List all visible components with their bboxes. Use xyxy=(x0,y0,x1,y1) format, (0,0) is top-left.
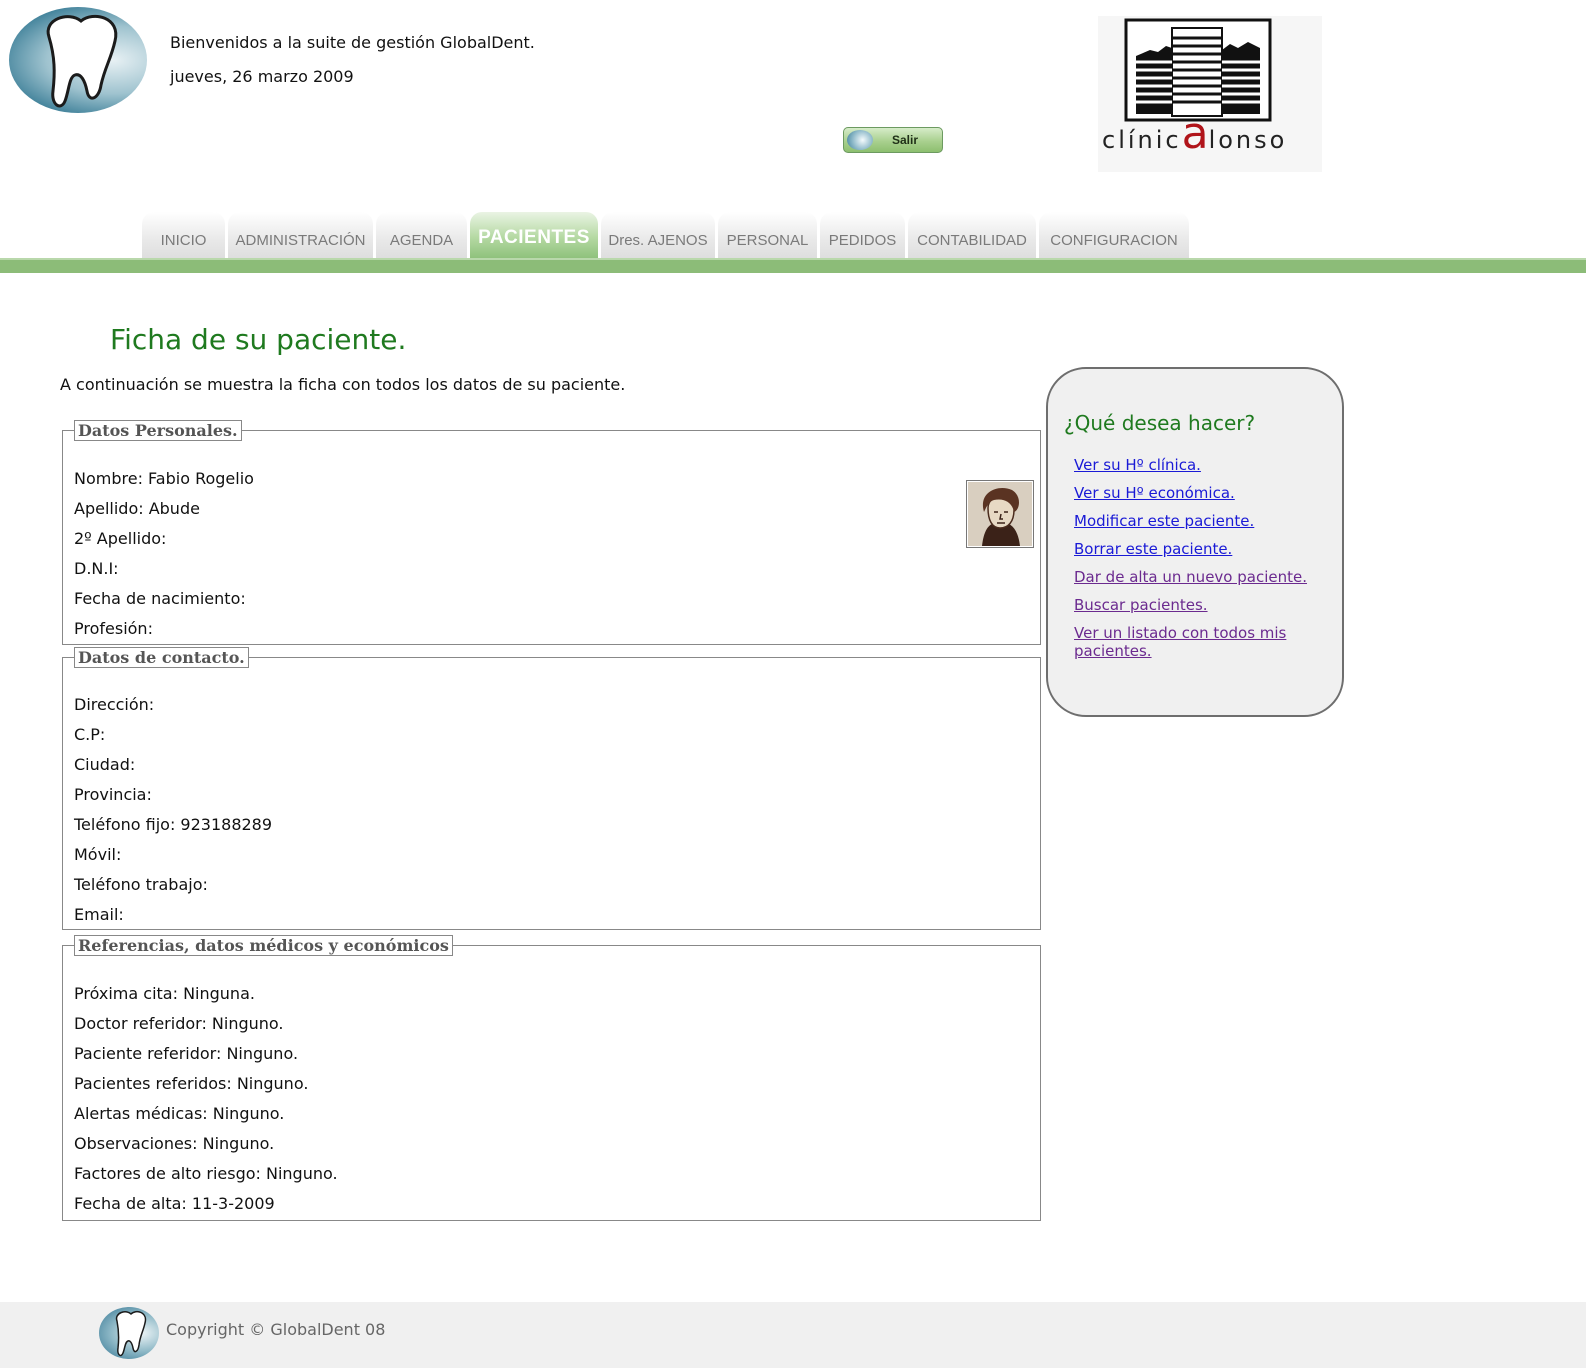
main-nav: INICIO ADMINISTRACIÓN AGENDA PACIENTES D… xyxy=(142,212,1189,258)
intro-text: A continuación se muestra la ficha con t… xyxy=(60,375,626,394)
new-patient-link[interactable]: Dar de alta un nuevo paciente. xyxy=(1074,568,1324,586)
current-date: jueves, 26 marzo 2009 xyxy=(170,67,354,86)
patient-dni: D.N.I: xyxy=(74,559,119,578)
logout-label: Salir xyxy=(892,133,919,147)
search-patients-link[interactable]: Buscar pacientes. xyxy=(1074,596,1324,614)
observations: Observaciones: Ninguno. xyxy=(74,1134,275,1153)
tab-agenda[interactable]: AGENDA xyxy=(376,212,467,258)
clinic-brand-initial: a xyxy=(1181,108,1209,159)
references-section: Referencias, datos médicos y económicos … xyxy=(62,935,1041,1221)
clinic-logo: clínicalonso xyxy=(1098,16,1322,172)
referring-patient: Paciente referidor: Ninguno. xyxy=(74,1044,299,1063)
view-economic-history-link[interactable]: Ver su Hº económica. xyxy=(1074,484,1324,502)
welcome-message: Bienvenidos a la suite de gestión Global… xyxy=(170,33,535,52)
tab-inicio[interactable]: INICIO xyxy=(142,212,225,258)
patient-surname: Apellido: Abude xyxy=(74,499,200,518)
patient-work-phone: Teléfono trabajo: xyxy=(74,875,208,894)
patient-email: Email: xyxy=(74,905,124,924)
medical-alerts: Alertas médicas: Ninguno. xyxy=(74,1104,285,1123)
view-clinical-history-link[interactable]: Ver su Hº clínica. xyxy=(1074,456,1324,474)
tab-contabilidad[interactable]: CONTABILIDAD xyxy=(908,212,1036,258)
tab-configuracion[interactable]: CONFIGURACION xyxy=(1039,212,1189,258)
tooth-logo-icon xyxy=(99,1307,159,1359)
tooth-icon xyxy=(847,130,873,150)
referred-patients: Pacientes referidos: Ninguno. xyxy=(74,1074,309,1093)
list-patients-link[interactable]: Ver un listado con todos mis pacientes. xyxy=(1074,624,1294,660)
patient-postal-code: C.P: xyxy=(74,725,106,744)
high-risk-factors: Factores de alto riesgo: Ninguno. xyxy=(74,1164,338,1183)
patient-profession: Profesión: xyxy=(74,619,153,638)
clinic-brand-suffix: lonso xyxy=(1208,126,1288,154)
contact-data-legend: Datos de contacto. xyxy=(74,647,249,668)
actions-panel: ¿Qué desea hacer? Ver su Hº clínica. Ver… xyxy=(1046,367,1344,717)
page-title: Ficha de su paciente. xyxy=(110,323,407,356)
edit-patient-link[interactable]: Modificar este paciente. xyxy=(1074,512,1324,530)
footer: Copyright © GlobalDent 08 xyxy=(0,1302,1586,1368)
patient-address: Dirección: xyxy=(74,695,155,714)
patient-city: Ciudad: xyxy=(74,755,136,774)
delete-patient-link[interactable]: Borrar este paciente. xyxy=(1074,540,1324,558)
tooth-logo-icon xyxy=(9,7,147,113)
tab-dres-ajenos[interactable]: Dres. AJENOS xyxy=(601,212,715,258)
clinic-brand-prefix: clínic xyxy=(1102,126,1182,154)
tab-personal[interactable]: PERSONAL xyxy=(718,212,817,258)
registration-date: Fecha de alta: 11-3-2009 xyxy=(74,1194,275,1213)
patient-landline: Teléfono fijo: 923188289 xyxy=(74,815,273,834)
next-appointment: Próxima cita: Ninguna. xyxy=(74,984,255,1003)
patient-mobile: Móvil: xyxy=(74,845,122,864)
logout-button[interactable]: Salir xyxy=(843,127,943,153)
clinic-brand: clínicalonso xyxy=(1102,112,1288,156)
patient-name: Nombre: Fabio Rogelio xyxy=(74,469,254,488)
references-legend: Referencias, datos médicos y económicos xyxy=(74,935,453,956)
patient-birthdate: Fecha de nacimiento: xyxy=(74,589,246,608)
nav-bar xyxy=(0,258,1586,273)
tab-pedidos[interactable]: PEDIDOS xyxy=(820,212,905,258)
referring-doctor: Doctor referidor: Ninguno. xyxy=(74,1014,284,1033)
copyright-text: Copyright © GlobalDent 08 xyxy=(166,1320,386,1339)
actions-title: ¿Qué desea hacer? xyxy=(1064,411,1256,435)
patient-photo xyxy=(966,480,1034,548)
personal-data-section: Datos Personales. Nombre: Fabio Rogelio … xyxy=(62,420,1041,645)
contact-data-section: Datos de contacto. Dirección: C.P: Ciuda… xyxy=(62,647,1041,930)
patient-province: Provincia: xyxy=(74,785,152,804)
clinic-building-icon xyxy=(1124,18,1272,122)
tab-administracion[interactable]: ADMINISTRACIÓN xyxy=(228,212,373,258)
patient-second-surname: 2º Apellido: xyxy=(74,529,167,548)
tab-pacientes[interactable]: PACIENTES xyxy=(470,212,598,258)
personal-data-legend: Datos Personales. xyxy=(74,420,242,441)
